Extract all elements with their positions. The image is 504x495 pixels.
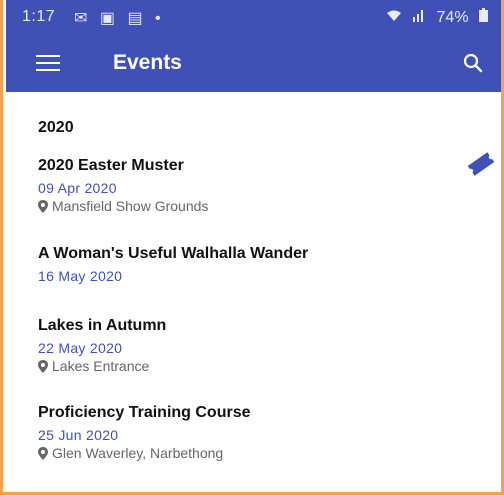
- status-time: 1:17: [22, 8, 56, 25]
- notification-icons: ✉ ▣ ▤ •: [66, 8, 161, 28]
- event-location: Mansfield Show Grounds: [52, 198, 209, 214]
- year-header: 2020: [38, 119, 74, 136]
- location-pin-icon: [38, 200, 48, 216]
- page-title: Events: [113, 51, 182, 74]
- event-location: Glen Waverley, Narbethong: [52, 445, 224, 461]
- phone-frame: 1:17 ✉ ▣ ▤ • 74% Events 2020 2020 Easter…: [0, 0, 504, 495]
- dot-icon: •: [155, 10, 161, 27]
- app-bar: Events: [6, 34, 501, 92]
- event-item[interactable]: A Woman's Useful Walhalla Wander 16 May …: [38, 245, 478, 284]
- event-date: 22 May 2020: [38, 340, 123, 356]
- event-item[interactable]: Proficiency Training Course 25 Jun 2020 …: [38, 404, 478, 463]
- event-location: Lakes Entrance: [52, 358, 150, 374]
- mail-icon: ✉: [74, 10, 88, 27]
- event-title: Lakes in Autumn: [38, 317, 167, 334]
- image-icon: ▣: [99, 10, 115, 27]
- status-right: 74%: [380, 8, 488, 27]
- wifi-icon: [386, 9, 406, 26]
- event-title: A Woman's Useful Walhalla Wander: [38, 245, 309, 262]
- location-pin-icon: [38, 447, 48, 463]
- menu-icon[interactable]: [36, 55, 60, 72]
- event-date: 25 Jun 2020: [38, 427, 119, 443]
- event-date: 16 May 2020: [38, 268, 123, 284]
- event-item[interactable]: 2020 Easter Muster 09 Apr 2020 Mansfield…: [38, 157, 478, 216]
- event-title: 2020 Easter Muster: [38, 157, 184, 174]
- battery-percent: 74%: [436, 9, 469, 26]
- battery-icon: [479, 8, 488, 26]
- location-pin-icon: [38, 360, 48, 376]
- calendar-icon: ▤: [127, 10, 143, 27]
- status-bar: 1:17 ✉ ▣ ▤ • 74%: [6, 0, 501, 34]
- signal-icon: [412, 9, 430, 26]
- event-item[interactable]: Lakes in Autumn 22 May 2020 Lakes Entran…: [38, 317, 478, 376]
- search-icon[interactable]: [462, 52, 484, 74]
- ticket-icon[interactable]: [466, 152, 496, 176]
- event-location-row: Glen Waverley, Narbethong: [38, 445, 478, 463]
- event-title: Proficiency Training Course: [38, 404, 251, 421]
- event-location-row: Mansfield Show Grounds: [38, 198, 478, 216]
- event-location-row: Lakes Entrance: [38, 358, 478, 376]
- event-date: 09 Apr 2020: [38, 180, 117, 196]
